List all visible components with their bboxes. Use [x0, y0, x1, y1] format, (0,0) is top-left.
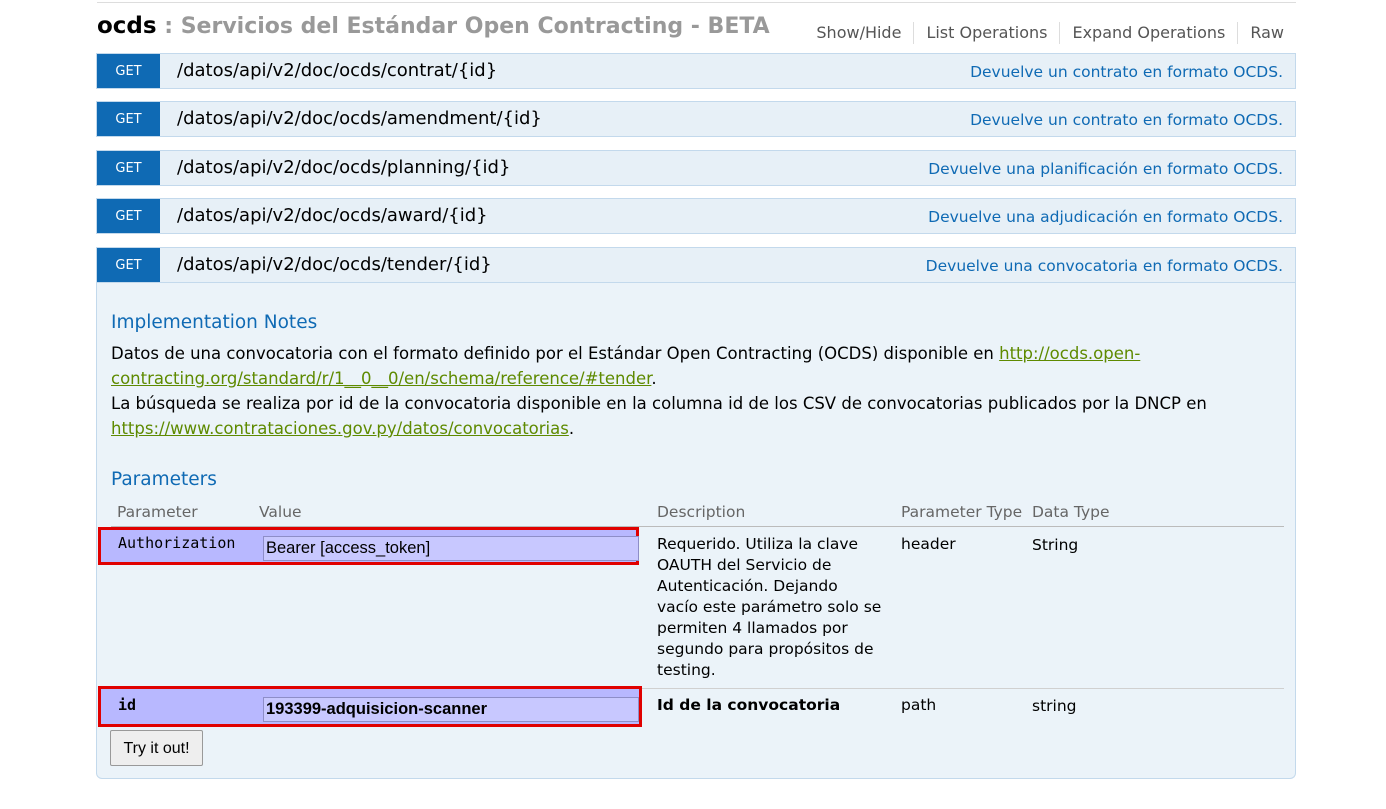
top-divider: [97, 2, 1296, 3]
param-type-authorization: header: [901, 535, 956, 553]
expand-operations-link[interactable]: Expand Operations: [1060, 22, 1239, 44]
list-operations-link[interactable]: List Operations: [914, 22, 1061, 44]
param-name-id: id: [118, 696, 137, 714]
show-hide-link[interactable]: Show/Hide: [804, 22, 915, 44]
param-type-id: path: [901, 696, 937, 714]
operation-path[interactable]: /datos/api/v2/doc/ocds/planning/{id}: [177, 151, 510, 185]
operation-planning[interactable]: GET /datos/api/v2/doc/ocds/planning/{id}…: [96, 150, 1296, 186]
operation-summary[interactable]: Devuelve un contrato en formato OCDS.: [970, 54, 1283, 90]
operation-summary[interactable]: Devuelve un contrato en formato OCDS.: [970, 102, 1283, 138]
column-parameter: Parameter: [117, 503, 198, 521]
resource-title[interactable]: ocds : Servicios del Estándar Open Contr…: [97, 13, 770, 39]
data-type-authorization: String: [1032, 536, 1079, 554]
column-parameter-type: Parameter Type: [901, 503, 1023, 521]
http-verb-badge[interactable]: GET: [97, 248, 160, 282]
http-verb-badge[interactable]: GET: [97, 102, 160, 136]
parameters-heading: Parameters: [111, 469, 217, 490]
parameters-table-header: Parameter Value Description Parameter Ty…: [111, 499, 1284, 527]
operation-path[interactable]: /datos/api/v2/doc/ocds/amendment/{id}: [177, 102, 542, 136]
operation-amendment[interactable]: GET /datos/api/v2/doc/ocds/amendment/{id…: [96, 101, 1296, 137]
notes-text-2: La búsqueda se realiza por id de la conv…: [111, 394, 1207, 413]
http-verb-badge[interactable]: GET: [97, 54, 160, 88]
authorization-param-highlight: Authorization: [98, 527, 639, 565]
operation-summary[interactable]: Devuelve una adjudicación en formato OCD…: [928, 199, 1283, 235]
id-input[interactable]: [263, 697, 639, 722]
http-verb-badge[interactable]: GET: [97, 151, 160, 185]
operation-summary[interactable]: Devuelve una planificación en formato OC…: [928, 151, 1283, 187]
authorization-input[interactable]: [263, 536, 639, 561]
notes-period-2: .: [568, 419, 575, 438]
notes-text-1: Datos de una convocatoria con el formato…: [111, 344, 1000, 363]
try-it-out-button[interactable]: Try it out!: [110, 730, 203, 766]
data-type-id: string: [1032, 697, 1077, 715]
resource-name[interactable]: ocds: [97, 13, 157, 39]
resource-description: : Servicios del Estándar Open Contractin…: [156, 14, 770, 39]
operation-path[interactable]: /datos/api/v2/doc/ocds/award/{id}: [177, 199, 488, 233]
operation-details: Implementation Notes Datos de una convoc…: [96, 283, 1296, 779]
id-param-highlight: id: [98, 686, 642, 727]
operation-tender[interactable]: GET /datos/api/v2/doc/ocds/tender/{id} D…: [96, 247, 1296, 283]
implementation-notes: Datos de una convocatoria con el formato…: [111, 341, 1271, 441]
dncp-data-link[interactable]: https://www.contrataciones.gov.py/datos/…: [111, 419, 569, 438]
operation-summary[interactable]: Devuelve una convocatoria en formato OCD…: [926, 248, 1283, 284]
column-value: Value: [259, 503, 302, 521]
notes-period-1: .: [651, 369, 657, 388]
operation-path[interactable]: /datos/api/v2/doc/ocds/contrat/{id}: [177, 54, 497, 88]
raw-link[interactable]: Raw: [1238, 22, 1296, 44]
operation-path[interactable]: /datos/api/v2/doc/ocds/tender/{id}: [177, 248, 492, 282]
resource-header: ocds : Servicios del Estándar Open Contr…: [97, 12, 1296, 52]
operation-award[interactable]: GET /datos/api/v2/doc/ocds/award/{id} De…: [96, 198, 1296, 234]
param-name-authorization: Authorization: [118, 534, 236, 552]
param-description-authorization: Requerido. Utiliza la clave OAUTH del Se…: [657, 535, 882, 679]
param-description-id: Id de la convocatoria: [657, 696, 841, 714]
operation-contrat[interactable]: GET /datos/api/v2/doc/ocds/contrat/{id} …: [96, 53, 1296, 89]
http-verb-badge[interactable]: GET: [97, 199, 160, 233]
resource-actions: Show/Hide List Operations Expand Operati…: [804, 22, 1296, 44]
implementation-notes-heading: Implementation Notes: [111, 312, 318, 333]
column-description: Description: [657, 503, 746, 521]
column-data-type: Data Type: [1032, 503, 1110, 521]
